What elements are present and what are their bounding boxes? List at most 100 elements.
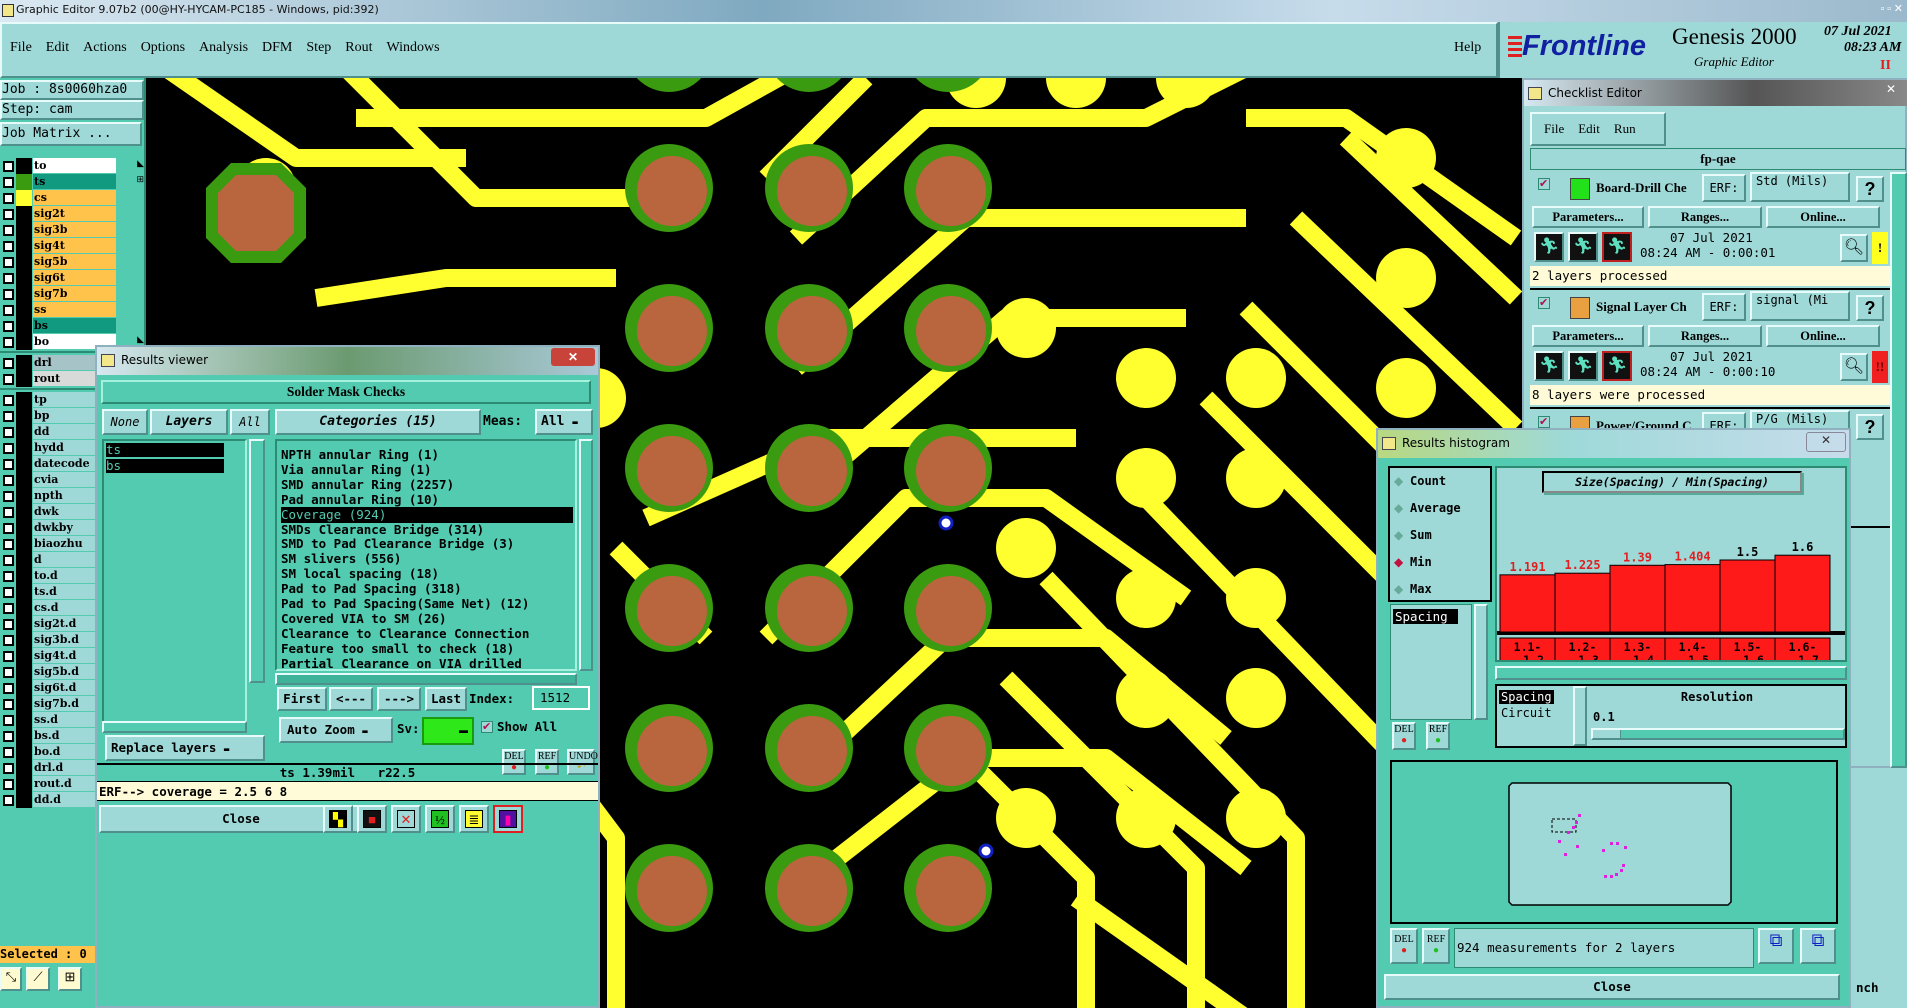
layer-color-swatch[interactable]	[16, 222, 32, 238]
run-stop-icon[interactable]: 🏃︎	[1602, 351, 1632, 381]
layer-checkbox[interactable]	[3, 507, 14, 518]
layer-row[interactable]: sig2t	[0, 206, 146, 222]
result-layer-item[interactable]: bs	[106, 459, 224, 473]
checklist-menu-file[interactable]: File	[1544, 121, 1564, 137]
layer-row[interactable]: bs	[0, 318, 146, 334]
layer-color-swatch[interactable]	[16, 424, 32, 440]
layer-color-swatch[interactable]	[16, 488, 32, 504]
chart-hscrollbar[interactable]	[1495, 666, 1847, 680]
layer-color-swatch[interactable]	[16, 302, 32, 318]
import-histogram-icon[interactable]: ⧉	[1800, 928, 1836, 964]
category-item[interactable]: Pad annular Ring (10)	[281, 492, 571, 508]
mode-radio-count[interactable]: ◆ Count	[1394, 474, 1490, 492]
layer-checkbox[interactable]	[3, 491, 14, 502]
layer-checkbox[interactable]	[3, 459, 14, 470]
categories-listbox[interactable]: NPTH annular Ring (1) Via annular Ring (1…	[275, 439, 577, 671]
category-item[interactable]: Covered VIA to SM (26)	[281, 611, 571, 627]
layer-name[interactable]: ts	[33, 174, 116, 189]
layer-color-swatch[interactable]	[16, 238, 32, 254]
category-item[interactable]: SMDs Clearance Bridge (314)	[281, 522, 571, 538]
layer-checkbox[interactable]	[3, 523, 14, 534]
first-button[interactable]: First	[277, 687, 327, 711]
menu-analysis[interactable]: Analysis	[199, 40, 248, 56]
layer-color-swatch[interactable]	[16, 440, 32, 456]
layer-checkbox[interactable]	[3, 619, 14, 630]
category-item[interactable]: Clearance to Clearance Connection	[281, 626, 571, 642]
menu-rout[interactable]: Rout	[345, 40, 372, 56]
category-item[interactable]: SM local spacing (18)	[281, 566, 571, 582]
measure-icon[interactable]: ⟋	[26, 967, 50, 991]
help-button[interactable]: ?	[1856, 176, 1884, 202]
meas-dropdown[interactable]: All ▬	[535, 409, 593, 435]
layer-color-swatch[interactable]	[16, 355, 32, 371]
attr-scrollbar[interactable]	[1573, 686, 1587, 746]
run-from-icon[interactable]: 🏃︎	[1568, 232, 1598, 262]
hist-del-button[interactable]: DEL ●	[1392, 722, 1416, 750]
layer-color-swatch[interactable]	[16, 520, 32, 536]
menu-dfm[interactable]: DFM	[262, 40, 292, 56]
attr-circuit[interactable]: Circuit	[1501, 706, 1552, 720]
layer-name[interactable]: sig3b	[33, 222, 116, 237]
prev-button[interactable]: <---	[329, 687, 373, 711]
job-matrix-button[interactable]: Job Matrix ...	[0, 122, 142, 146]
histogram-bar[interactable]	[1664, 564, 1721, 633]
replace-layers-dropdown[interactable]: Replace layers ▬	[105, 735, 265, 761]
layer-checkbox[interactable]	[3, 273, 14, 284]
layer-color-swatch[interactable]	[16, 504, 32, 520]
field-listbox[interactable]: Spacing	[1390, 604, 1472, 720]
layer-name[interactable]: bs	[33, 318, 116, 333]
next-button[interactable]: --->	[377, 687, 421, 711]
layer-color-swatch[interactable]	[16, 286, 32, 302]
menu-edit[interactable]: Edit	[46, 40, 69, 56]
menu-help[interactable]: Help	[1454, 40, 1481, 56]
layer-checkbox[interactable]	[3, 779, 14, 790]
auto-zoom-dropdown[interactable]: Auto Zoom ▬	[279, 717, 393, 743]
layer-color-swatch[interactable]	[16, 616, 32, 632]
grid-icon[interactable]: ⊞	[58, 967, 82, 991]
close-icon[interactable]: ✕	[1876, 82, 1906, 100]
layer-color-swatch[interactable]	[16, 536, 32, 552]
layer-checkbox[interactable]	[3, 683, 14, 694]
layer-row[interactable]: ts ⊞	[0, 174, 146, 190]
hist-ref-button[interactable]: REF ●	[1426, 722, 1450, 750]
layer-color-swatch[interactable]	[16, 318, 32, 334]
parameters-button[interactable]: Parameters...	[1532, 206, 1644, 228]
layer-checkbox[interactable]	[3, 539, 14, 550]
layer-checkbox[interactable]	[3, 161, 14, 172]
layer-checkbox[interactable]	[3, 209, 14, 220]
layer-color-swatch[interactable]	[16, 254, 32, 270]
erf-field[interactable]: signal (Mi	[1750, 291, 1850, 321]
layer-color-swatch[interactable]	[16, 472, 32, 488]
histogram-bar[interactable]	[1609, 564, 1666, 633]
layer-color-swatch[interactable]	[16, 680, 32, 696]
close-icon[interactable]: ✕	[551, 348, 595, 366]
layer-color-swatch[interactable]	[16, 728, 32, 744]
menu-actions[interactable]: Actions	[83, 40, 127, 56]
layer-checkbox[interactable]	[3, 289, 14, 300]
status-toggle-icon[interactable]: ▚	[323, 805, 353, 833]
parameters-button[interactable]: Parameters...	[1532, 325, 1644, 347]
field-item-spacing[interactable]: Spacing	[1393, 609, 1458, 624]
layer-checkbox[interactable]	[3, 443, 14, 454]
run-icon[interactable]: 🏃︎	[1534, 351, 1564, 381]
layer-checkbox[interactable]	[3, 395, 14, 406]
layer-color-swatch[interactable]	[16, 392, 32, 408]
layer-name[interactable]: sig7b	[33, 286, 116, 301]
layer-checkbox[interactable]	[3, 795, 14, 806]
layer-checkbox[interactable]	[3, 667, 14, 678]
run-icon[interactable]: 🏃︎	[1534, 232, 1564, 262]
layer-checkbox[interactable]	[3, 305, 14, 316]
layers-hscrollbar[interactable]	[102, 721, 247, 733]
layer-color-swatch[interactable]	[16, 408, 32, 424]
layer-color-swatch[interactable]	[16, 632, 32, 648]
histogram-bar[interactable]	[1774, 554, 1831, 633]
layer-checkbox[interactable]	[3, 763, 14, 774]
layer-checkbox[interactable]	[3, 555, 14, 566]
category-item[interactable]: NPTH annular Ring (1)	[281, 447, 571, 463]
layer-checkbox[interactable]	[3, 699, 14, 710]
ranges-button[interactable]: Ranges...	[1648, 206, 1762, 228]
category-item[interactable]: Via annular Ring (1)	[281, 462, 571, 478]
mode-radio-sum[interactable]: ◆ Sum	[1394, 528, 1490, 546]
resolution-slider[interactable]	[1591, 728, 1845, 740]
run-from-icon[interactable]: 🏃︎	[1568, 351, 1598, 381]
